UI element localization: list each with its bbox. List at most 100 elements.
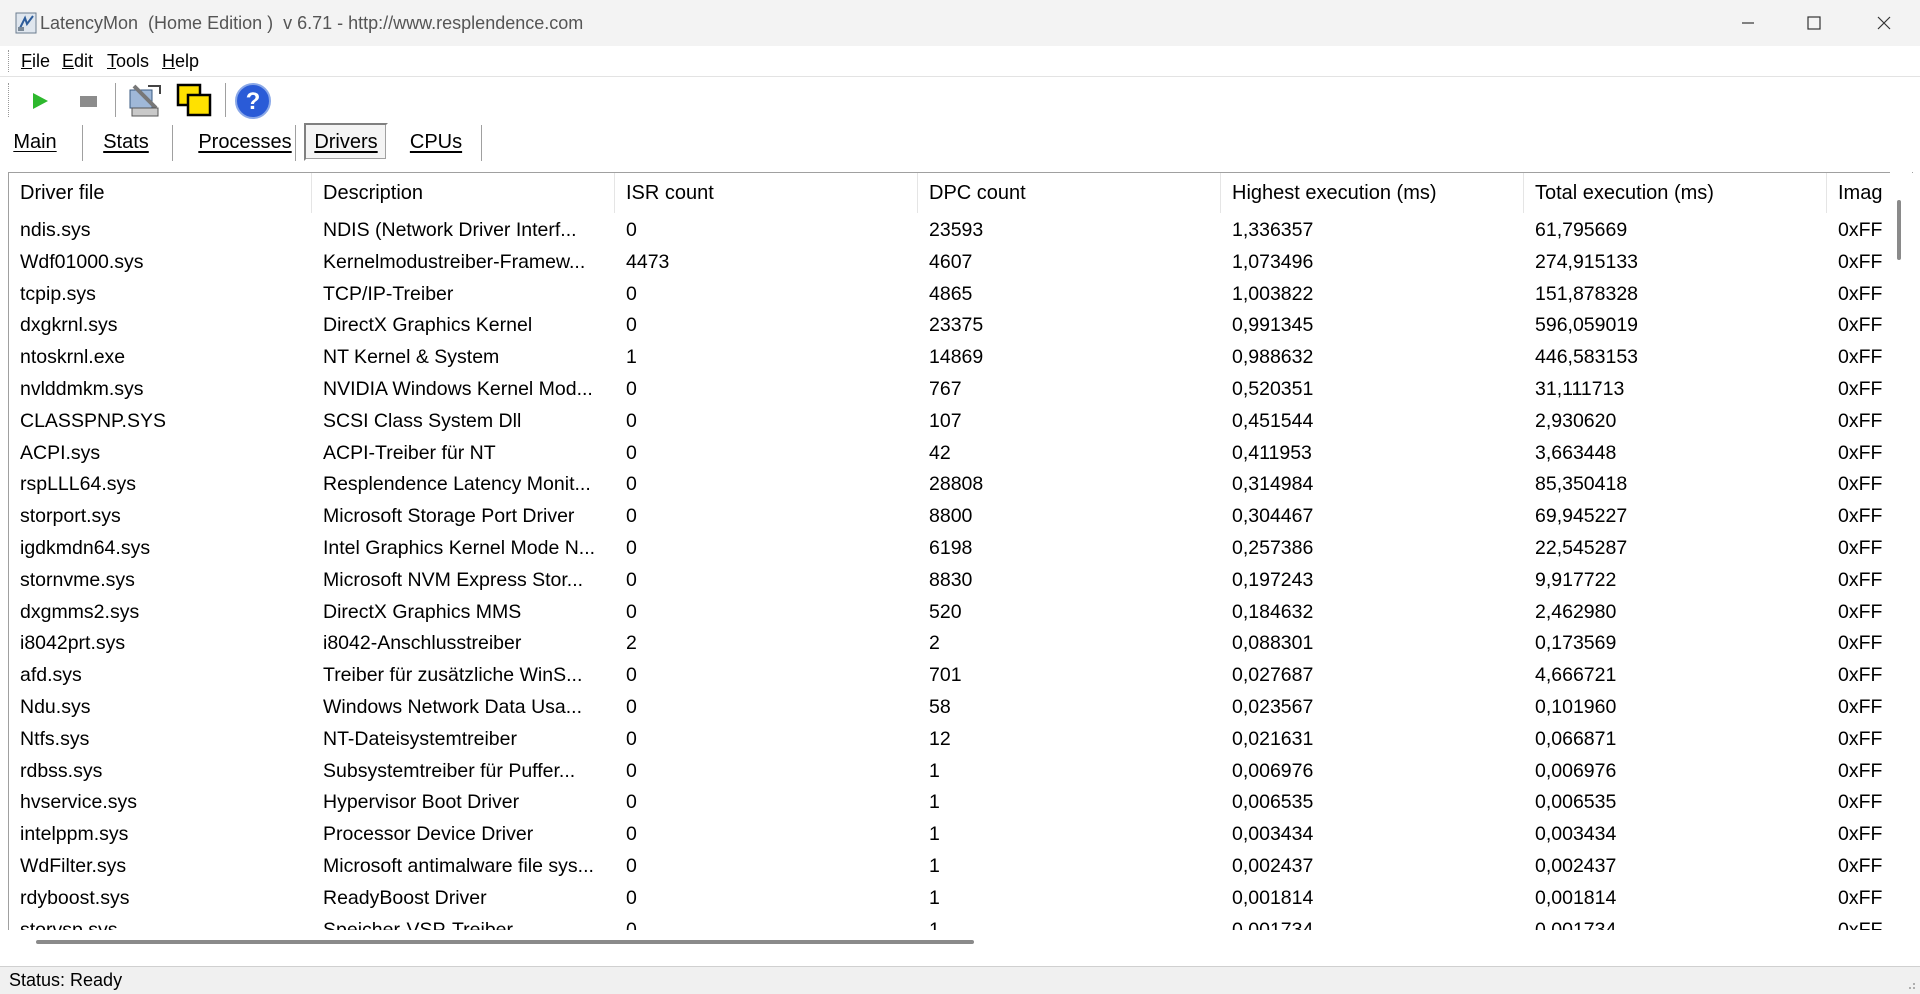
- cell-highest-execution: 0,006535: [1232, 791, 1314, 814]
- svg-text:?: ?: [246, 88, 261, 115]
- table-row[interactable]: igdkmdn64.sys Intel Graphics Kernel Mode …: [9, 533, 1889, 565]
- cell-image: 0xFF: [1838, 219, 1883, 241]
- close-icon: [1877, 16, 1891, 30]
- stop-icon: [80, 96, 97, 107]
- stop-button[interactable]: [72, 85, 104, 117]
- table-row[interactable]: stornvme.sys Microsoft NVM Express Stor..…: [9, 565, 1889, 597]
- cell-description: NDIS (Network Driver Interf...: [323, 219, 577, 241]
- table-row[interactable]: storvsp.sys Speicher-VSP-Treiber 0 1 0,00173…: [9, 915, 1889, 931]
- table-row[interactable]: Ndu.sys Windows Network Data Usa... 0 58 0,0…: [9, 692, 1889, 724]
- title-bar[interactable]: LatencyMon (Home Edition ) v 6.71 - http…: [0, 0, 1920, 46]
- menu-tools-accel: T: [107, 51, 116, 71]
- table-row[interactable]: rdyboost.sys ReadyBoost Driver 0 1 0,001814 0…: [9, 883, 1889, 915]
- cell-total-execution: 3,663448: [1535, 441, 1617, 464]
- cell-dpc-count: 58: [929, 695, 951, 718]
- cell-isr-count: 0: [626, 409, 637, 432]
- cell-description: Microsoft antimalware file sys...: [323, 854, 594, 877]
- cell-image: 0xFF: [1838, 600, 1883, 623]
- vertical-scroll-thumb[interactable]: [1897, 200, 1901, 260]
- maximize-button[interactable]: [1779, 0, 1849, 46]
- cell-highest-execution: 0,021631: [1232, 727, 1314, 750]
- tab-processes-label: Processes: [198, 130, 292, 153]
- horizontal-scroll-thumb[interactable]: [36, 940, 974, 944]
- cell-driver-file: storport.sys: [20, 505, 121, 528]
- column-header-description[interactable]: Description: [312, 173, 615, 213]
- maximize-icon: [1807, 16, 1821, 30]
- table-row[interactable]: rspLLL64.sys Resplendence Latency Monit..…: [9, 469, 1889, 501]
- cell-driver-file: intelppm.sys: [20, 823, 129, 846]
- cell-image: 0xFF: [1838, 664, 1883, 687]
- drivers-list[interactable]: Driver file Description ISR count DPC co…: [8, 172, 1913, 931]
- table-row[interactable]: Wdf01000.sys Kernelmodustreiber-Framew...…: [9, 247, 1889, 279]
- cell-highest-execution: 0,023567: [1232, 695, 1314, 718]
- minimize-icon: [1742, 22, 1754, 24]
- column-header-total-execution[interactable]: Total execution (ms): [1524, 173, 1827, 213]
- tab-processes[interactable]: Processes: [180, 123, 310, 161]
- table-row[interactable]: storport.sys Microsoft Storage Port Drive…: [9, 501, 1889, 533]
- copy-windows-button[interactable]: [176, 82, 214, 120]
- kernel-timer-button[interactable]: [126, 82, 164, 120]
- table-row[interactable]: ntoskrnl.exe NT Kernel & System 1 14869 0,98…: [9, 342, 1889, 374]
- table-row[interactable]: Ntfs.sys NT-Dateisystemtreiber 0 12 0,021631…: [9, 724, 1889, 756]
- resize-grip-icon[interactable]: [1902, 976, 1916, 990]
- cell-isr-count: 0: [626, 695, 637, 718]
- table-row[interactable]: ndis.sys NDIS (Network Driver Interf... 0 2…: [9, 215, 1889, 247]
- column-header-isr-count[interactable]: ISR count: [615, 173, 918, 213]
- cell-isr-count: 4473: [626, 250, 670, 273]
- cell-total-execution: 151,878328: [1535, 282, 1639, 305]
- cell-total-execution: 0,066871: [1535, 727, 1617, 750]
- cell-description: ACPI-Treiber für NT: [323, 441, 496, 464]
- cell-driver-file: hvservice.sys: [20, 791, 138, 814]
- column-header-highest-execution[interactable]: Highest execution (ms): [1221, 173, 1524, 213]
- cell-isr-count: 2: [626, 632, 637, 655]
- table-row[interactable]: dxgmms2.sys DirectX Graphics MMS 0 520 0,184…: [9, 597, 1889, 629]
- cell-total-execution: 0,006976: [1535, 759, 1617, 782]
- column-header-dpc-count[interactable]: DPC count: [918, 173, 1221, 213]
- cell-description: NT Kernel & System: [323, 346, 500, 369]
- table-row[interactable]: afd.sys Treiber für zusätzliche WinS... 0 7…: [9, 660, 1889, 692]
- toolbar-grip: [8, 83, 12, 117]
- cell-description: Microsoft NVM Express Stor...: [323, 568, 584, 591]
- cell-driver-file: CLASSPNP.SYS: [20, 409, 166, 432]
- column-header-image[interactable]: Imag: [1827, 173, 1897, 213]
- table-row[interactable]: ACPI.sys ACPI-Treiber für NT 0 42 0,411953 3,…: [9, 438, 1889, 470]
- vertical-scrollbar[interactable]: [1890, 172, 1912, 930]
- table-row[interactable]: WdFilter.sys Microsoft antimalware file s…: [9, 851, 1889, 883]
- cell-driver-file: ndis.sys: [20, 219, 91, 241]
- menu-tools[interactable]: Tools: [107, 51, 149, 72]
- close-button[interactable]: [1849, 0, 1919, 46]
- table-row[interactable]: intelppm.sys Processor Device Driver 0 1 0,0…: [9, 819, 1889, 851]
- menu-edit[interactable]: Edit: [62, 51, 93, 72]
- cell-description: TCP/IP-Treiber: [323, 282, 454, 305]
- menu-help[interactable]: Help: [162, 51, 199, 72]
- tab-bar: Main Stats Processes Drivers CPUs: [0, 123, 1920, 163]
- cell-dpc-count: 520: [929, 600, 962, 623]
- cell-isr-count: 0: [626, 473, 637, 496]
- list-rows: ndis.sys NDIS (Network Driver Interf... 0 2…: [9, 215, 1889, 931]
- cell-isr-count: 0: [626, 664, 637, 687]
- column-header-driver-file[interactable]: Driver file: [9, 173, 312, 213]
- cell-highest-execution: 0,520351: [1232, 377, 1314, 400]
- table-row[interactable]: tcpip.sys TCP/IP-Treiber 0 4865 1,003822 151,…: [9, 279, 1889, 311]
- table-row[interactable]: i8042prt.sys i8042-Anschlusstreiber 2 2 0,08…: [9, 628, 1889, 660]
- minimize-button[interactable]: [1713, 0, 1783, 46]
- cell-highest-execution: 0,184632: [1232, 600, 1314, 623]
- tab-main[interactable]: Main: [2, 123, 68, 161]
- table-row[interactable]: nvlddmkm.sys NVIDIA Windows Kernel Mod...…: [9, 374, 1889, 406]
- cell-total-execution: 0,003434: [1535, 823, 1617, 846]
- table-row[interactable]: rdbss.sys Subsystemtreiber für Puffer... 0…: [9, 756, 1889, 788]
- tab-stats[interactable]: Stats: [90, 123, 162, 161]
- cell-description: Speicher-VSP-Treiber: [323, 918, 514, 931]
- table-row[interactable]: dxgkrnl.sys DirectX Graphics Kernel 0 23375…: [9, 310, 1889, 342]
- help-button[interactable]: ?: [234, 82, 272, 120]
- start-button[interactable]: [24, 85, 56, 117]
- table-row[interactable]: hvservice.sys Hypervisor Boot Driver 0 1 0,0…: [9, 787, 1889, 819]
- cell-description: Microsoft Storage Port Driver: [323, 505, 575, 528]
- tab-cpus[interactable]: CPUs: [398, 123, 474, 161]
- cell-total-execution: 0,101960: [1535, 695, 1617, 718]
- menu-file[interactable]: File: [21, 51, 50, 72]
- table-row[interactable]: CLASSPNP.SYS SCSI Class System Dll 0 107 0,4…: [9, 406, 1889, 438]
- menu-tools-label: ools: [116, 51, 150, 71]
- tab-drivers[interactable]: Drivers: [304, 123, 388, 161]
- cell-dpc-count: 6198: [929, 536, 973, 559]
